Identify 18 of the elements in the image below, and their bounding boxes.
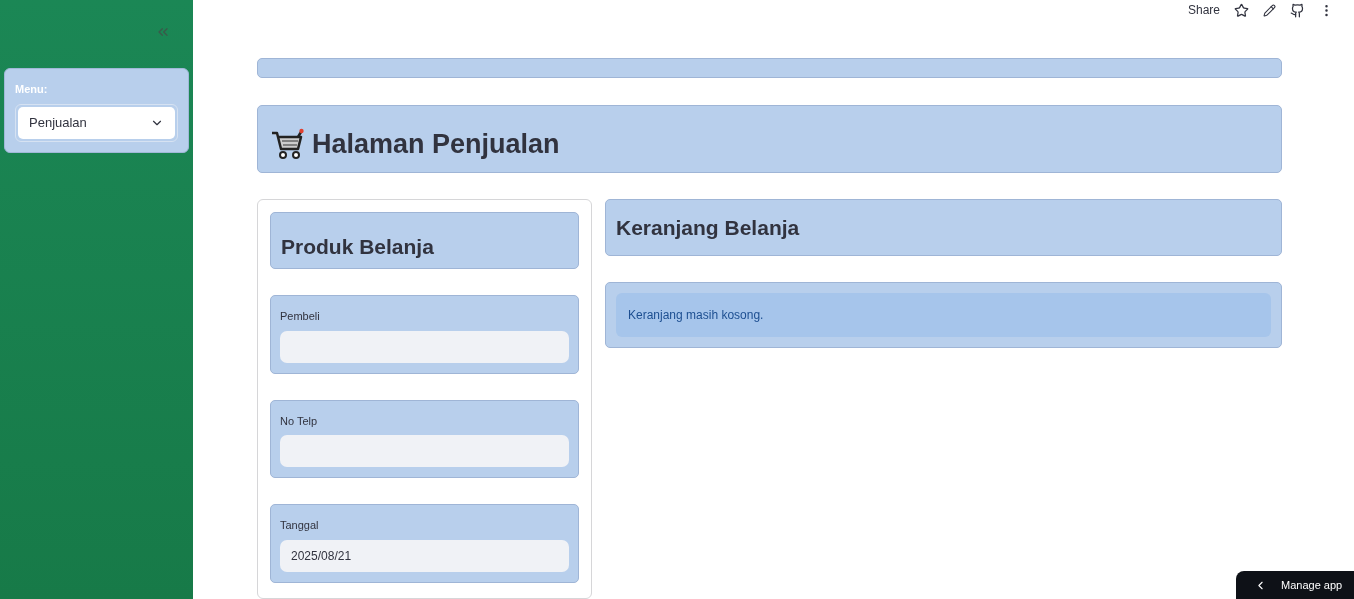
field-label: Tanggal (280, 518, 320, 533)
star-icon[interactable] (1234, 2, 1249, 18)
menu-dropdown[interactable]: Penjualan (18, 106, 175, 139)
share-button[interactable]: Share (1187, 1, 1220, 19)
panel-heading: Produk Belanja (281, 233, 434, 260)
input-field[interactable] (280, 330, 569, 363)
edit-icon[interactable] (1263, 3, 1276, 17)
input-field[interactable] (280, 435, 569, 467)
github-icon[interactable] (1290, 2, 1305, 18)
field-label: No Telp (280, 413, 319, 429)
menu-label: Menu: (15, 82, 49, 97)
info-message: Keranjang masih kosong. (616, 293, 1271, 337)
page-title: Halaman Penjualan (312, 127, 560, 161)
cart-icon (270, 128, 304, 160)
input-field[interactable]: 2025/08/21 (280, 539, 569, 572)
manage-app-button[interactable]: Manage app (1236, 571, 1354, 599)
panel-heading: Keranjang Belanja (616, 214, 800, 241)
field-label: Pembeli (280, 309, 321, 324)
